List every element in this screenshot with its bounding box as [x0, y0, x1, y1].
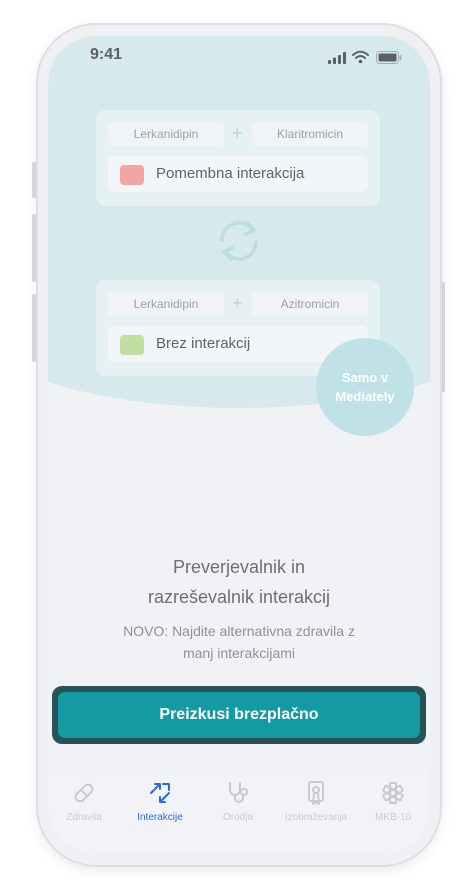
drug-chip: Lerkanidipin — [108, 122, 224, 146]
interaction-result-label: Pomembna interakcija — [156, 165, 305, 182]
wifi-icon — [352, 50, 369, 64]
certificate-icon — [308, 781, 324, 805]
interaction-result-label: Brez interakcij — [156, 335, 251, 352]
refresh-arrows-icon — [220, 221, 258, 261]
battery-icon — [376, 51, 402, 64]
tab-izobrazevanja[interactable]: Izobraževanja — [281, 780, 351, 823]
interaction-result: Pomembna interakcija — [108, 156, 368, 192]
drug-chip: Lerkanidipin — [108, 292, 224, 316]
tab-label: Zdravila — [66, 812, 102, 823]
side-button-volume-up — [32, 214, 37, 282]
side-button-mute — [32, 162, 37, 198]
severity-swatch-green — [120, 335, 144, 355]
tab-label: Orodja — [222, 812, 253, 823]
stethoscope-icon — [229, 782, 248, 803]
medical-star-icon — [382, 782, 404, 804]
tab-mkb-10[interactable]: MKB-10 — [358, 780, 428, 823]
signal-icon — [328, 52, 346, 64]
feature-subtitle: NOVO: Najdite alternativna zdravila z ma… — [88, 620, 390, 664]
drug-chip: Klaritromicin — [252, 122, 368, 146]
tab-label: Izobraževanja — [284, 812, 348, 823]
interaction-card-significant: Lerkanidipin + Klaritromicin Pomembna in… — [96, 110, 380, 206]
pill-icon — [74, 783, 94, 803]
tab-bar: Zdravila Interakcije Orodja Izobraževanj… — [48, 770, 430, 854]
tab-label: Interakcije — [137, 812, 183, 823]
phone-screen: 9:41 Lerkanidipin + Klaritromicin Pomemb… — [48, 36, 430, 854]
cta-focus-ring: Preizkusi brezplačno — [52, 686, 426, 744]
drug-chip: Azitromicin — [252, 292, 368, 316]
tab-label: MKB-10 — [374, 812, 412, 823]
feature-subtitle-line-2: manj interakcijami — [182, 645, 296, 661]
side-button-volume-down — [32, 294, 37, 362]
tab-interakcije[interactable]: Interakcije — [125, 780, 195, 823]
try-free-button[interactable]: Preizkusi brezplačno — [58, 692, 420, 738]
feature-title-line-2: razreševalnik interakcij — [147, 587, 331, 607]
exclusive-badge: Samo v Mediately — [316, 338, 414, 436]
feature-title: Preverjevalnik in razreševalnik interakc… — [48, 554, 430, 610]
badge-line-1: Samo v — [341, 370, 389, 385]
side-button-power — [440, 282, 445, 392]
status-bar: 9:41 — [48, 36, 430, 80]
status-time: 9:41 — [90, 46, 123, 63]
tab-orodja[interactable]: Orodja — [203, 780, 273, 823]
plus-sign: + — [232, 123, 243, 143]
interactions-arrows-icon — [150, 783, 170, 803]
feature-subtitle-line-1: NOVO: Najdite alternativna zdravila z — [123, 623, 355, 639]
tab-zdravila[interactable]: Zdravila — [49, 780, 119, 823]
badge-line-2: Mediately — [335, 389, 395, 404]
severity-swatch-red — [120, 165, 144, 185]
feature-title-line-1: Preverjevalnik in — [172, 557, 306, 577]
plus-sign: + — [232, 293, 243, 313]
